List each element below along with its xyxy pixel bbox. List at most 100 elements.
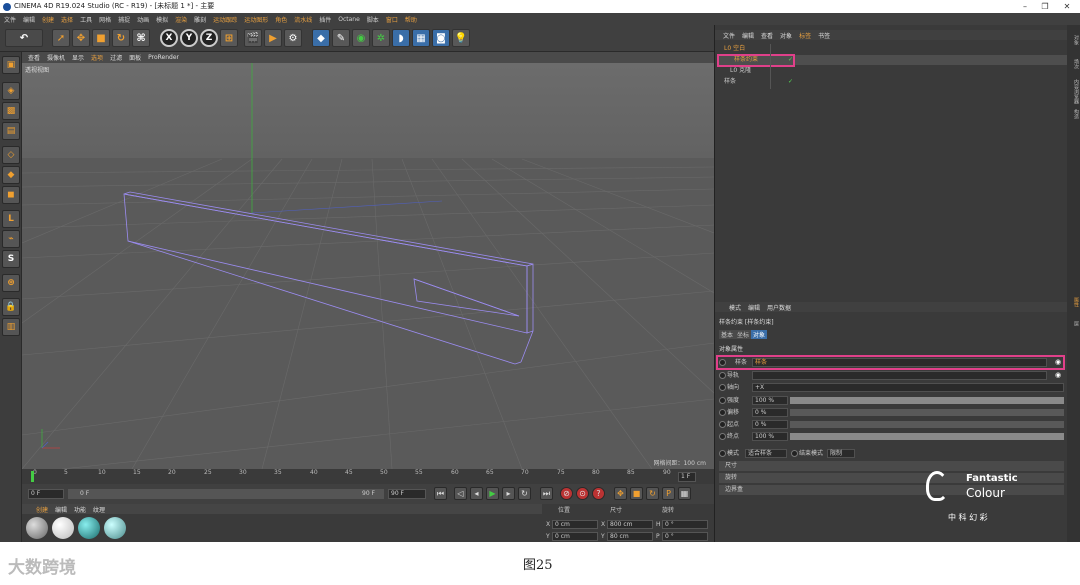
recent-tools-icon[interactable]: ⌘ — [132, 29, 150, 47]
menu-motion-tracker[interactable]: 运动跟踪 — [213, 15, 237, 24]
key-pla-icon[interactable]: ▦ — [678, 487, 691, 500]
render-view-icon[interactable]: 🎬 — [244, 29, 262, 47]
menu-window[interactable]: 窗口 — [386, 15, 398, 24]
strength-slider[interactable] — [790, 397, 1064, 404]
animate-radio[interactable] — [719, 397, 726, 404]
render-picture-viewer-icon[interactable]: ▶ — [264, 29, 282, 47]
offset-slider[interactable] — [790, 409, 1064, 416]
menu-tools[interactable]: 工具 — [80, 15, 92, 24]
start-field[interactable]: 0 % — [752, 420, 788, 429]
material-swatch[interactable] — [52, 517, 74, 539]
attr-tab-object[interactable]: 对象 — [751, 330, 768, 339]
start-slider[interactable] — [790, 421, 1064, 428]
planar-workplane-icon[interactable]: ▥ — [2, 318, 20, 336]
viewport-menu-panel[interactable]: 面板 — [129, 53, 141, 62]
viewport-menu-view[interactable]: 查看 — [28, 53, 40, 62]
light-icon[interactable]: 💡 — [452, 29, 470, 47]
rotation-p-field[interactable]: 0 ° — [662, 532, 708, 541]
menu-render[interactable]: 渲染 — [175, 15, 187, 24]
rotation-h-field[interactable]: 0 ° — [662, 520, 708, 529]
menu-plugins[interactable]: 插件 — [319, 15, 331, 24]
keyframe-selection-icon[interactable]: ? — [592, 487, 605, 500]
playhead[interactable] — [31, 471, 34, 482]
viewport-menu-camera[interactable]: 摄像机 — [47, 53, 65, 62]
frame-end-field[interactable]: 90 F — [388, 489, 426, 499]
vtab-attributes[interactable]: 属性 — [1068, 297, 1080, 307]
material-menu-function[interactable]: 功能 — [74, 505, 86, 514]
deformer-icon[interactable]: ◗ — [392, 29, 410, 47]
object-menu-bookmarks[interactable]: 书签 — [818, 31, 830, 40]
end-slider[interactable] — [790, 433, 1064, 440]
next-frame-icon[interactable]: ▸ — [502, 487, 515, 500]
record-icon[interactable]: ⊘ — [560, 487, 573, 500]
vtab-structure[interactable]: 构造 — [1068, 109, 1080, 119]
key-position-icon[interactable]: ✥ — [614, 487, 627, 500]
mode-select[interactable]: 适合样条 — [745, 449, 787, 458]
animate-radio[interactable] — [719, 409, 726, 416]
attr-tab-basic[interactable]: 基本 — [719, 330, 736, 339]
auto-key-icon[interactable]: ⊙ — [576, 487, 589, 500]
texture-mode-icon[interactable]: ▩ — [2, 102, 20, 120]
menu-octane[interactable]: Octane — [338, 16, 360, 23]
timeline-ruler[interactable]: 0 5 10 15 20 25 30 35 40 45 50 55 60 65 … — [22, 469, 714, 484]
cube-primitive-icon[interactable]: ◆ — [312, 29, 330, 47]
attr-menu-mode[interactable]: 模式 — [729, 303, 741, 312]
play-icon[interactable]: ▶ — [486, 487, 499, 500]
animate-radio[interactable] — [719, 450, 726, 457]
move-icon[interactable]: ✥ — [72, 29, 90, 47]
loop-icon[interactable]: ↻ — [518, 487, 531, 500]
menu-snap[interactable]: 捕捉 — [118, 15, 130, 24]
menu-mesh[interactable]: 网格 — [99, 15, 111, 24]
menu-animate[interactable]: 动画 — [137, 15, 149, 24]
subdivision-icon[interactable]: ◉ — [352, 29, 370, 47]
minimize-button[interactable]: – — [1014, 0, 1036, 13]
menu-script[interactable]: 脚本 — [367, 15, 379, 24]
menu-create[interactable]: 创建 — [42, 15, 54, 24]
animate-radio[interactable] — [719, 433, 726, 440]
animate-radio[interactable] — [719, 372, 726, 379]
perspective-viewport[interactable]: 透视视图 网格间距：100 cm — [22, 63, 714, 469]
object-menu-objects[interactable]: 对象 — [780, 31, 792, 40]
menu-help[interactable]: 帮助 — [405, 15, 417, 24]
checkmark-icon[interactable]: ✓ — [788, 77, 793, 87]
menu-character[interactable]: 角色 — [275, 15, 287, 24]
animate-radio[interactable] — [719, 421, 726, 428]
spline-pen-icon[interactable]: ✎ — [332, 29, 350, 47]
frame-range-slider[interactable] — [68, 489, 384, 499]
menu-select[interactable]: 选择 — [61, 15, 73, 24]
vtab-takes[interactable]: 场次 — [1068, 59, 1080, 69]
menu-mograph[interactable]: 运动图形 — [244, 15, 268, 24]
viewport-menu-filter[interactable]: 过滤 — [110, 53, 122, 62]
animate-radio[interactable] — [719, 384, 726, 391]
snap-icon[interactable]: S — [2, 250, 20, 268]
scale-icon[interactable]: ■ — [92, 29, 110, 47]
end-field[interactable]: 100 % — [752, 432, 788, 441]
end-mode-select[interactable]: 限制 — [827, 449, 855, 458]
model-mode-icon[interactable]: ◈ — [2, 82, 20, 100]
attr-menu-userdata[interactable]: 用户数据 — [767, 303, 791, 312]
undo-icon[interactable]: ↶ — [5, 29, 43, 47]
object-menu-file[interactable]: 文件 — [723, 31, 735, 40]
points-mode-icon[interactable]: ◇ — [2, 146, 20, 164]
material-menu-texture[interactable]: 纹理 — [93, 505, 105, 514]
size-y-field[interactable]: 80 cm — [607, 532, 653, 541]
rail-link-icon[interactable]: ◉ — [1055, 370, 1061, 381]
go-to-start-icon[interactable]: ⏮ — [434, 487, 447, 500]
axis-mode-icon[interactable]: L — [2, 210, 20, 228]
key-param-icon[interactable]: P — [662, 487, 675, 500]
x-axis-lock-icon[interactable]: X — [160, 29, 178, 47]
vtab-layers[interactable]: 层 — [1068, 321, 1080, 326]
close-button[interactable]: ✕ — [1056, 0, 1078, 13]
coordinate-system-icon[interactable]: ⊞ — [220, 29, 238, 47]
rail-link-field[interactable] — [752, 371, 1047, 380]
material-swatch[interactable] — [78, 517, 100, 539]
menu-sculpt[interactable]: 雕刻 — [194, 15, 206, 24]
menu-file[interactable]: 文件 — [4, 15, 16, 24]
previous-key-icon[interactable]: ◁ — [454, 487, 467, 500]
material-menu-create[interactable]: 创建 — [36, 505, 48, 514]
vtab-content-browser[interactable]: 内容浏览器 — [1068, 79, 1080, 104]
vtab-objects[interactable]: 对象 — [1068, 35, 1080, 45]
object-menu-tags[interactable]: 标签 — [799, 31, 811, 40]
object-menu-edit[interactable]: 编辑 — [742, 31, 754, 40]
sculpt-icon[interactable]: ⊛ — [2, 274, 20, 292]
